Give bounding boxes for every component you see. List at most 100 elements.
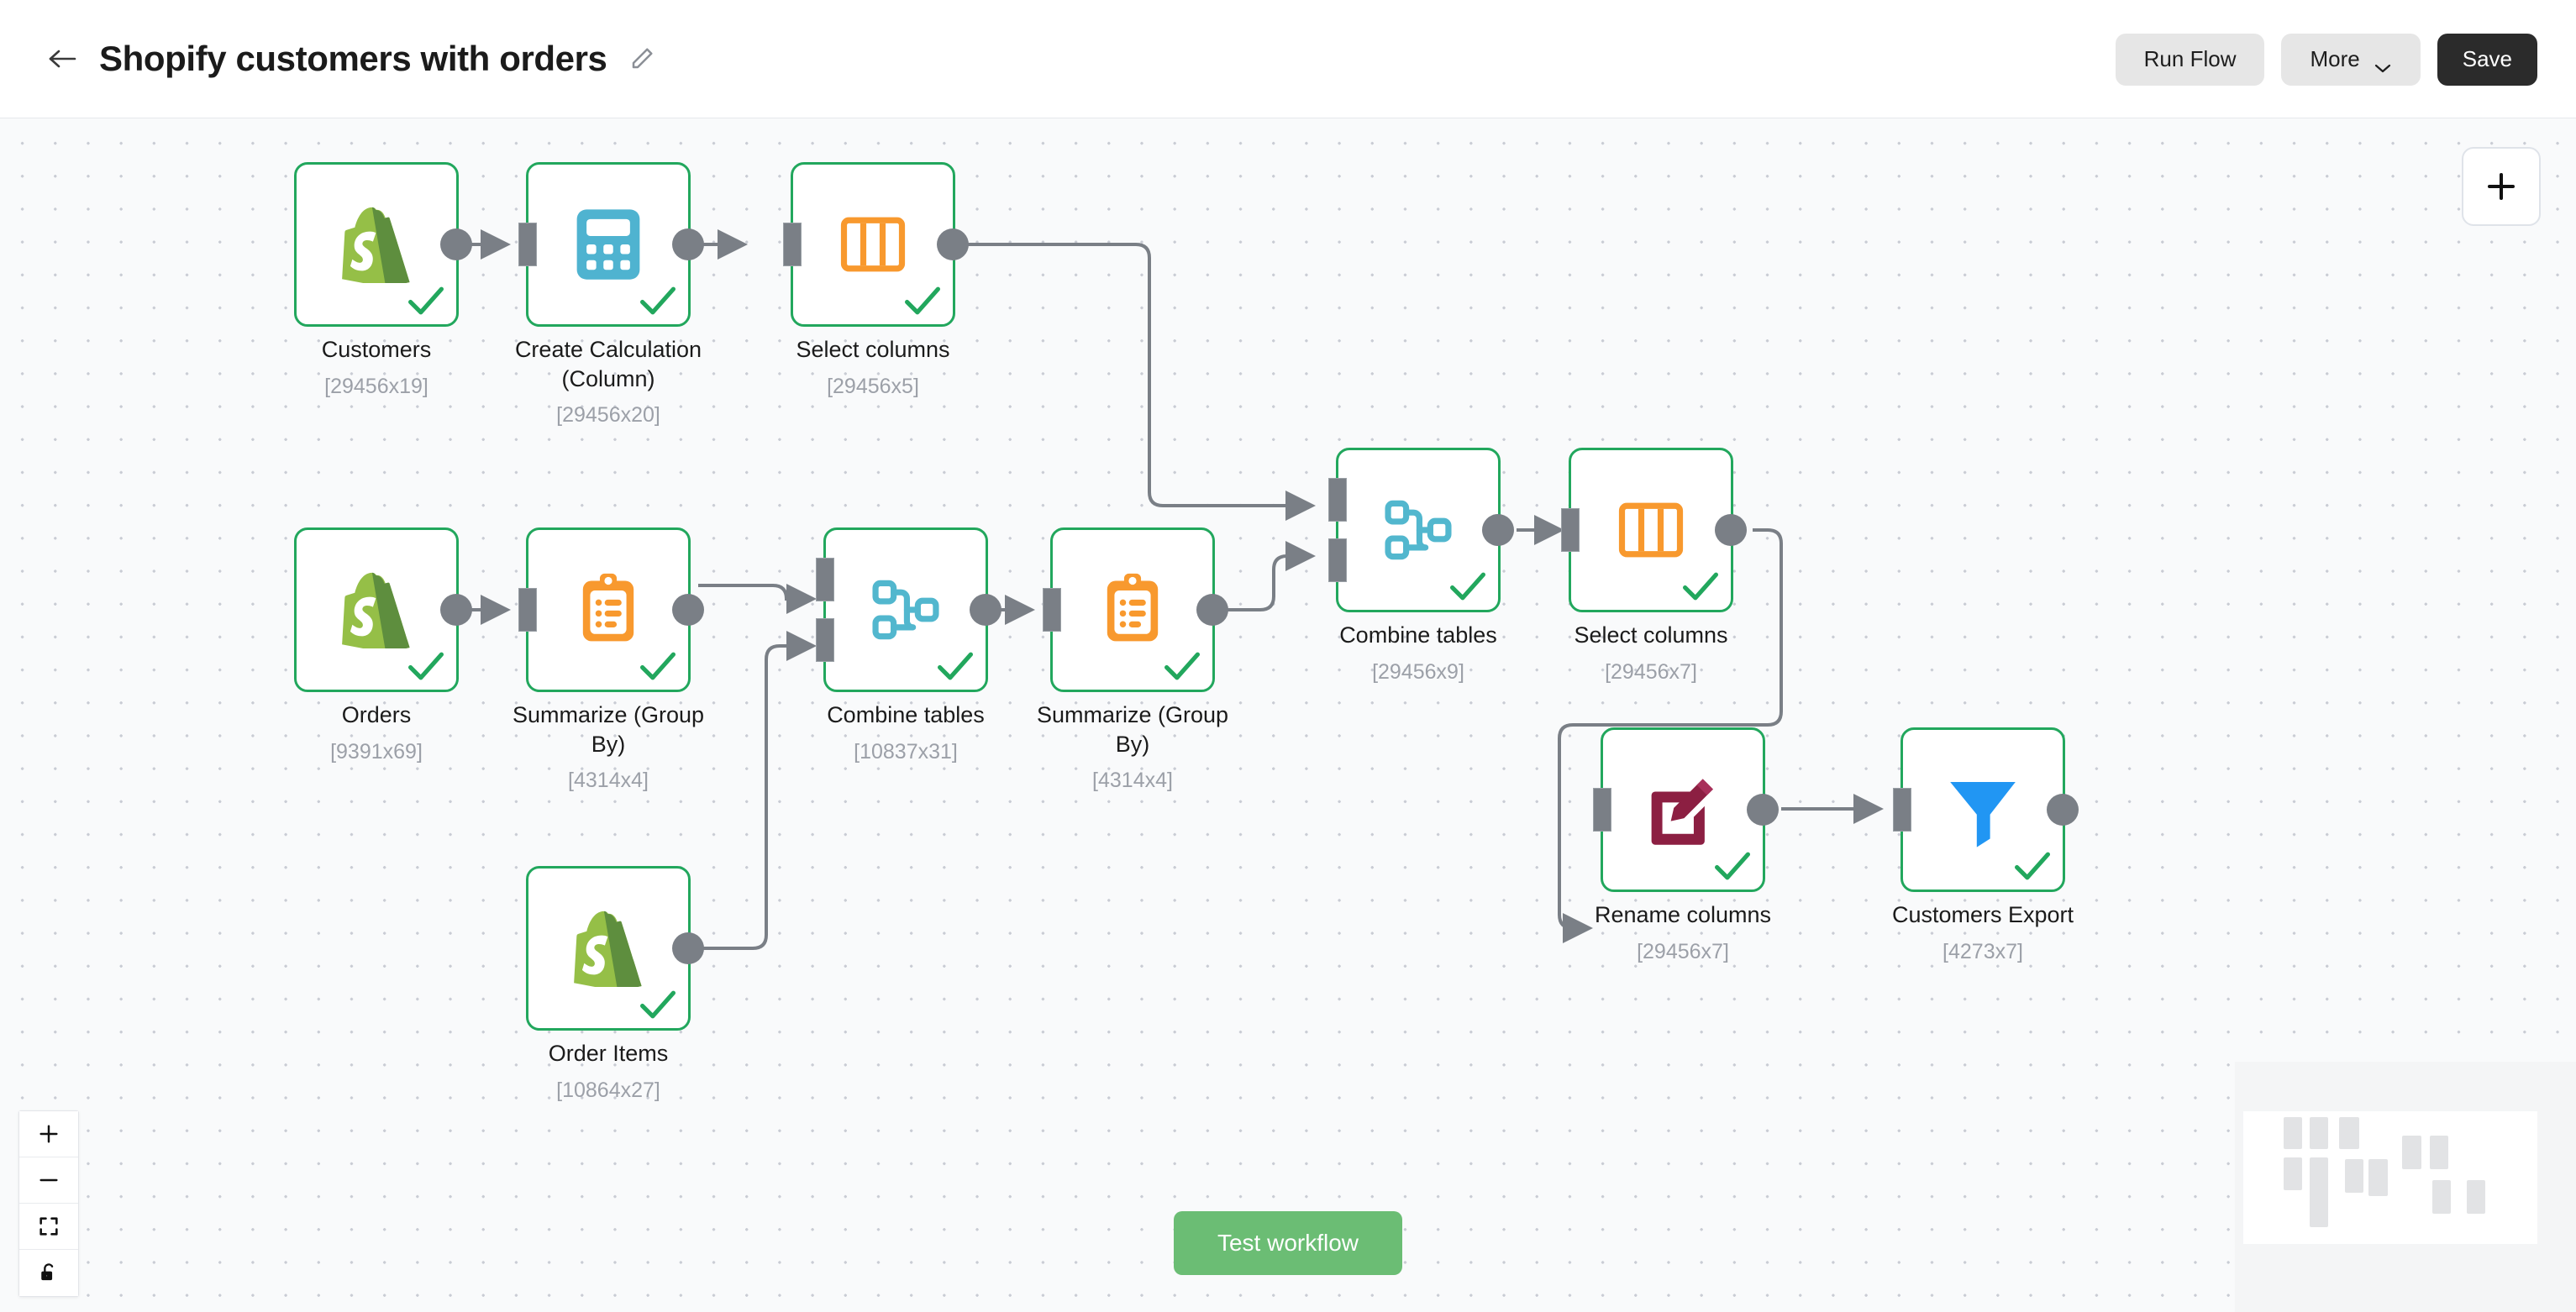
input-port[interactable] xyxy=(518,588,537,632)
more-button-label: More xyxy=(2310,46,2360,71)
node-customers[interactable]: Customers [29456x19] xyxy=(294,162,472,398)
calculator-icon xyxy=(570,206,647,283)
output-port[interactable] xyxy=(672,594,704,626)
node-dimensions: [4314x4] xyxy=(1092,769,1173,793)
node-combine-tables-1[interactable]: Combine tables [29456x9] xyxy=(1328,448,1514,684)
node-dimensions: [29456x19] xyxy=(324,374,428,398)
output-port[interactable] xyxy=(672,228,704,260)
minimap-node xyxy=(2284,1117,2302,1149)
node-title: Summarize (Group By) xyxy=(1036,702,1229,757)
flow-canvas[interactable]: Customers [29456x19] Create Calculation … xyxy=(0,118,2576,1312)
node-card[interactable] xyxy=(1593,727,1779,892)
status-check-icon xyxy=(407,284,445,318)
status-check-icon xyxy=(936,649,975,683)
edge-summarize-2-to-combine-1 xyxy=(1220,541,1316,611)
output-port[interactable] xyxy=(2047,794,2079,826)
node-select-columns-1[interactable]: Select columns [29456x5] xyxy=(783,162,969,398)
node-card[interactable] xyxy=(783,162,969,327)
node-card[interactable] xyxy=(294,162,472,327)
run-flow-button[interactable]: Run Flow xyxy=(2115,33,2265,86)
node-label-group: Customers Export [4273x7] xyxy=(1878,900,2088,965)
node-card[interactable] xyxy=(1328,448,1514,612)
node-card[interactable] xyxy=(518,527,704,692)
output-port[interactable] xyxy=(1482,514,1514,546)
shopify-icon xyxy=(570,910,647,987)
node-dimensions: [29456x7] xyxy=(1605,659,1697,684)
node-label-group: Summarize (Group By) [4314x4] xyxy=(503,701,713,794)
output-port[interactable] xyxy=(672,932,704,964)
workflow-editor: Shopify customers with orders Run Flow M… xyxy=(0,0,2576,1312)
node-card[interactable] xyxy=(518,162,704,327)
lock-toggle-button[interactable] xyxy=(19,1250,78,1296)
node-dimensions: [10837x31] xyxy=(854,739,958,764)
clipboard-list-icon xyxy=(1094,571,1171,648)
output-port[interactable] xyxy=(440,228,472,260)
add-node-button[interactable] xyxy=(2462,147,2541,226)
node-card[interactable] xyxy=(816,527,1001,692)
node-title: Orders xyxy=(341,702,412,727)
output-port[interactable] xyxy=(1747,794,1779,826)
node-customers-export[interactable]: Customers Export [4273x7] xyxy=(1892,727,2079,963)
status-check-icon xyxy=(1448,569,1487,603)
node-label-group: Combine tables [29456x9] xyxy=(1313,621,1523,685)
output-port[interactable] xyxy=(1196,594,1228,626)
output-port[interactable] xyxy=(440,594,472,626)
node-label-group: Customers [29456x19] xyxy=(271,335,481,400)
node-select-columns-2[interactable]: Select columns [29456x7] xyxy=(1561,448,1747,684)
node-title: Rename columns xyxy=(1594,902,1772,927)
node-card[interactable] xyxy=(1561,448,1747,612)
zoom-out-button[interactable] xyxy=(19,1157,78,1204)
node-summarize-group-by-1[interactable]: Summarize (Group By) [4314x4] xyxy=(513,527,704,792)
back-arrow-icon[interactable] xyxy=(44,40,81,77)
node-label-group: Orders [9391x69] xyxy=(271,701,481,765)
app-header: Shopify customers with orders Run Flow M… xyxy=(0,0,2576,118)
output-port[interactable] xyxy=(937,228,969,260)
edge-order-items-to-combine-2 xyxy=(697,631,817,950)
node-summarize-group-by-2[interactable]: Summarize (Group By) [4314x4] xyxy=(1037,527,1228,792)
status-check-icon xyxy=(1713,849,1752,883)
input-port-1[interactable] xyxy=(1328,477,1347,522)
input-port[interactable] xyxy=(1043,588,1061,632)
node-dimensions: [29456x7] xyxy=(1637,939,1729,963)
more-button[interactable]: More xyxy=(2281,33,2421,86)
pencil-icon[interactable] xyxy=(628,45,656,73)
node-rename-columns[interactable]: Rename columns [29456x7] xyxy=(1593,727,1779,963)
zoom-in-button[interactable] xyxy=(19,1111,78,1157)
node-label-group: Select columns [29456x5] xyxy=(768,335,978,400)
output-port[interactable] xyxy=(1715,514,1747,546)
node-label-group: Create Calculation (Column) [29456x20] xyxy=(503,335,713,428)
node-orders[interactable]: Orders [9391x69] xyxy=(294,527,472,764)
minimap-node xyxy=(2368,1159,2388,1196)
edge-select-1-to-combine-1 xyxy=(968,243,1316,521)
node-card[interactable] xyxy=(1893,727,2079,892)
minimap-node xyxy=(2310,1157,2328,1227)
input-port-2[interactable] xyxy=(1328,538,1347,583)
node-combine-tables-2[interactable]: Combine tables [10837x31] xyxy=(816,527,1001,764)
minimap[interactable] xyxy=(2235,1062,2576,1312)
input-port[interactable] xyxy=(1561,508,1580,552)
node-label-group: Order Items [10864x27] xyxy=(503,1039,713,1104)
input-port[interactable] xyxy=(783,223,802,266)
node-card[interactable] xyxy=(294,527,472,692)
node-label-group: Rename columns [29456x7] xyxy=(1578,900,1788,965)
merge-icon xyxy=(1380,491,1457,569)
input-port-1[interactable] xyxy=(816,557,834,601)
fit-view-button[interactable] xyxy=(19,1204,78,1250)
node-card[interactable] xyxy=(526,866,704,1031)
output-port[interactable] xyxy=(970,594,1001,626)
node-dimensions: [10864x27] xyxy=(556,1078,660,1102)
clipboard-list-icon xyxy=(570,571,647,648)
node-dimensions: [29456x9] xyxy=(1372,659,1464,684)
zoom-controls xyxy=(18,1110,79,1297)
input-port[interactable] xyxy=(1893,788,1911,832)
input-port[interactable] xyxy=(1593,788,1611,832)
save-button[interactable]: Save xyxy=(2437,33,2537,86)
node-create-calculation[interactable]: Create Calculation (Column) [29456x20] xyxy=(515,162,704,427)
status-check-icon xyxy=(1681,569,1720,603)
test-workflow-button[interactable]: Test workflow xyxy=(1174,1211,1402,1275)
node-card[interactable] xyxy=(1043,527,1228,692)
input-port-2[interactable] xyxy=(816,618,834,663)
node-order-items[interactable]: Order Items [10864x27] xyxy=(526,866,704,1102)
input-port[interactable] xyxy=(518,223,537,266)
minimap-node xyxy=(2284,1157,2302,1190)
